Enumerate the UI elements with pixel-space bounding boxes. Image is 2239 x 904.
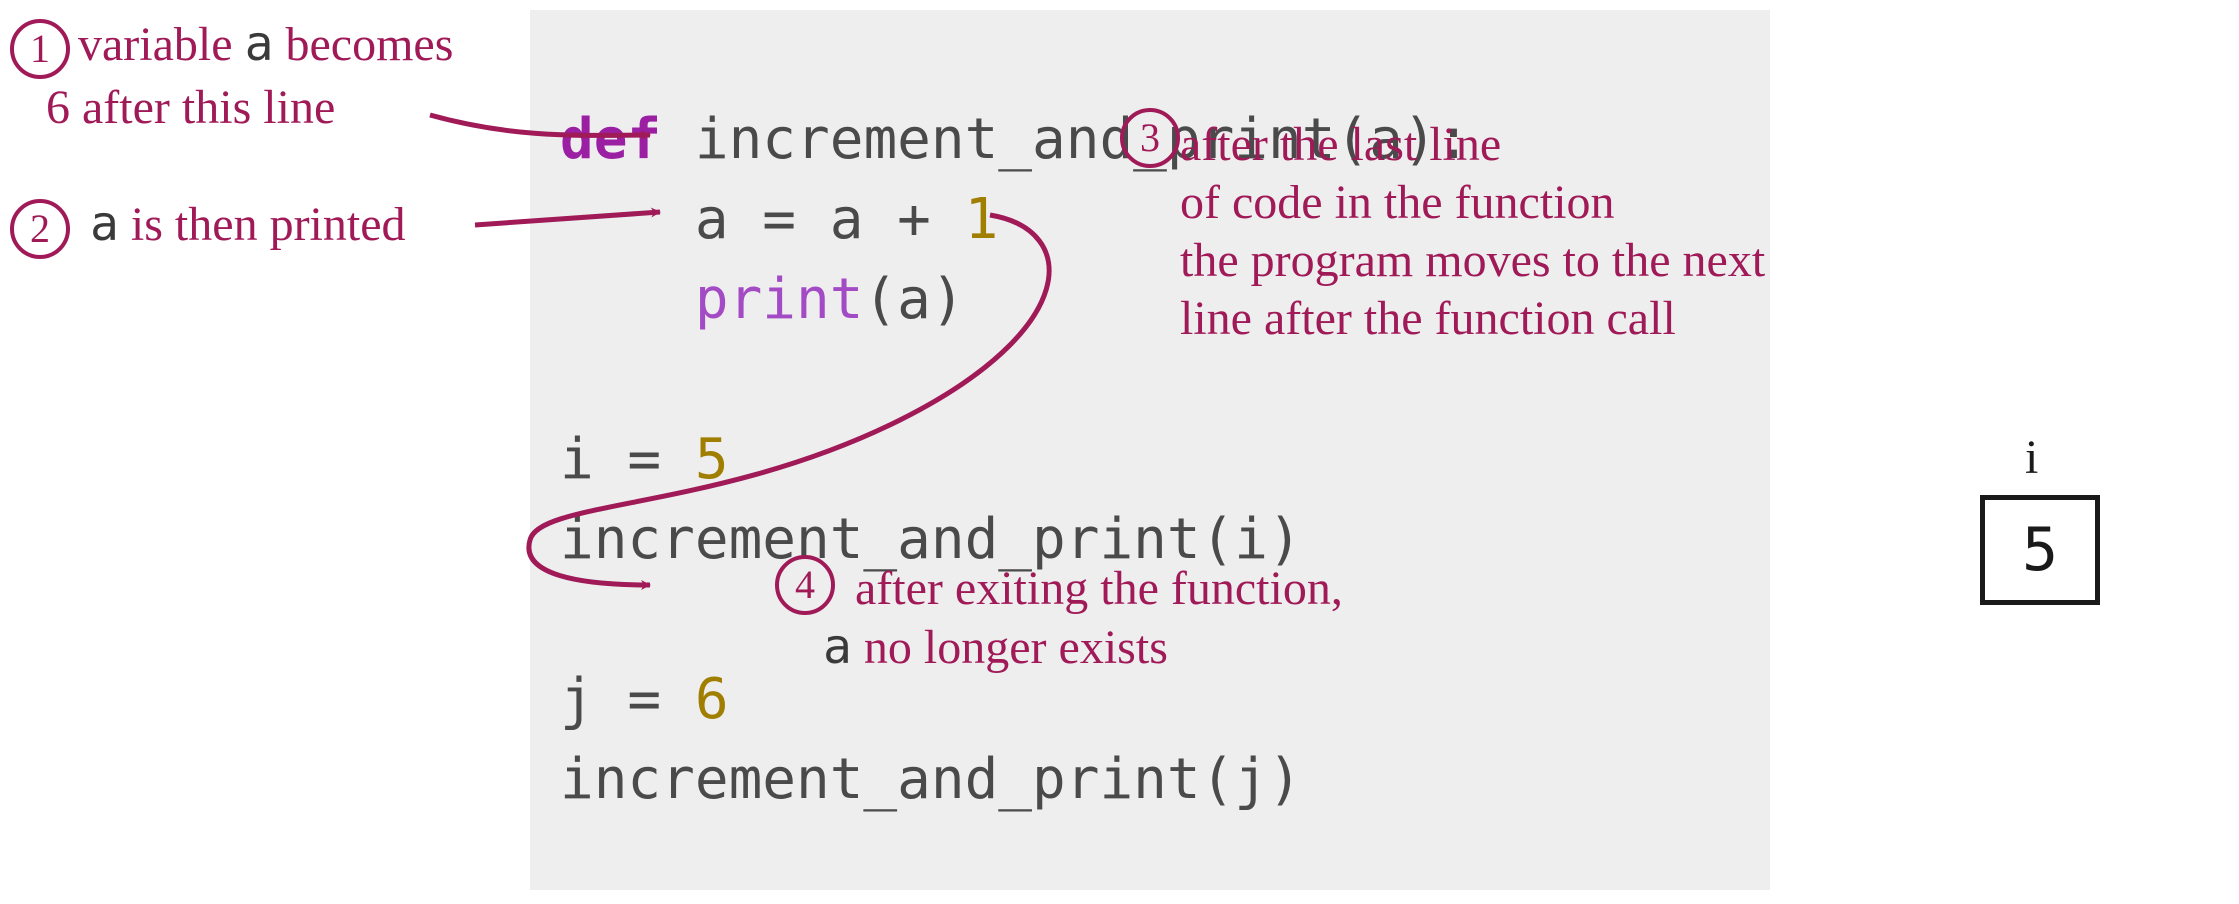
keyword-def: def xyxy=(560,107,661,172)
annotation-3: 3 after the last line of code in the fun… xyxy=(1120,105,1765,348)
diagram-stage: def increment_and_print(a): a = a + 1 pr… xyxy=(0,0,2239,904)
memory-var-i-value: 5 xyxy=(2022,515,2058,585)
code-line-2: a = a + 1 xyxy=(560,187,998,252)
memory-var-i-box: 5 xyxy=(1980,495,2100,605)
step-badge-2: 2 xyxy=(10,199,70,259)
code-line-8: j = 6 xyxy=(560,667,729,732)
annotation-2: 2 a is then printed xyxy=(10,195,406,259)
code-line-3: print(a) xyxy=(560,267,965,332)
step-badge-1: 1 xyxy=(10,19,70,79)
memory-var-i-label: i xyxy=(2025,430,2038,485)
step-badge-3: 3 xyxy=(1120,108,1180,168)
annotation-1: 1variable a becomes 6 after this line xyxy=(10,15,453,137)
code-line-5: i = 5 xyxy=(560,427,729,492)
step-badge-4: 4 xyxy=(775,555,835,615)
annotation-4: 4 after exiting the function, a no longe… xyxy=(775,555,1343,677)
code-line-9: increment_and_print(j) xyxy=(560,747,1302,812)
